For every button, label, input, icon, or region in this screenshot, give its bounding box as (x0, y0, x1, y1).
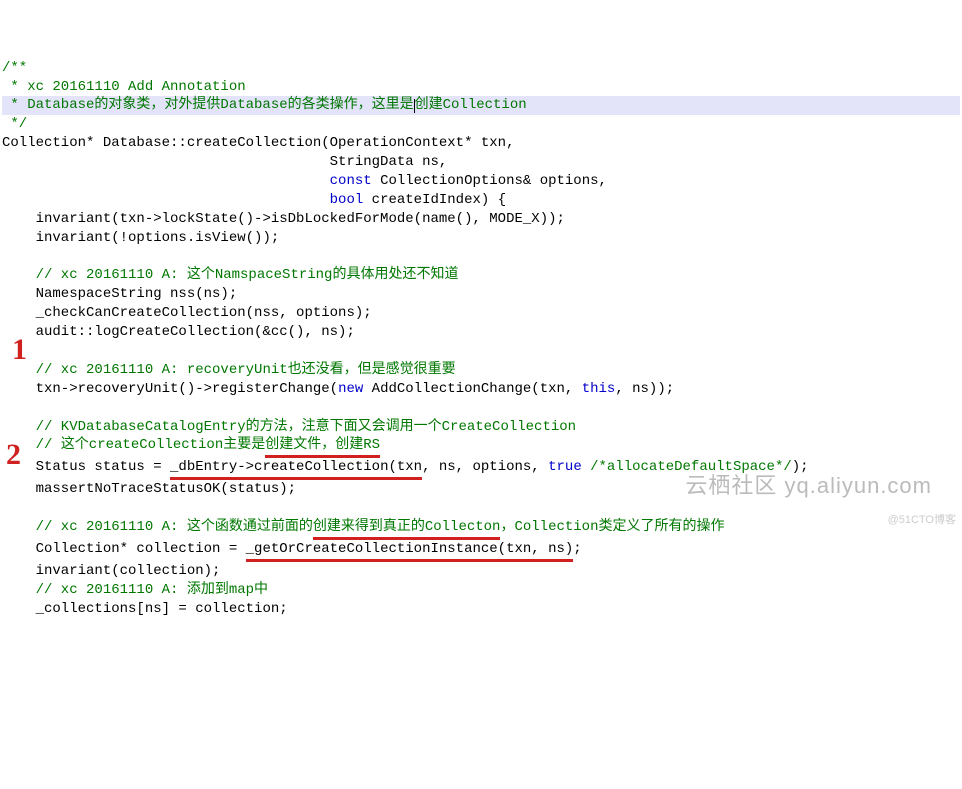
code-line-status-a: Status status = (2, 459, 170, 475)
keyword-true: true (548, 459, 582, 475)
comment-desc-a: * Database的对象类，对外提供Database的各类操作，这里是 (2, 97, 414, 113)
func-sig-line3-pad (2, 173, 330, 189)
keyword-new: new (338, 381, 363, 397)
watermark-corner: @51CTO博客 (888, 513, 956, 528)
code-line-massert: massertNoTraceStatusOK(status); (2, 481, 296, 497)
func-sig-line4-pad (2, 192, 330, 208)
func-sig-line2: StringData ns, (2, 154, 447, 170)
code-line-audit: audit::logCreateCollection(&cc(), ns); (2, 324, 355, 340)
code-line-check: _checkCanCreateCollection(nss, options); (2, 305, 372, 321)
keyword-bool: bool (330, 192, 364, 208)
func-sig-line1: Collection* Database::createCollection(O… (2, 135, 514, 151)
code-line-invariant1: invariant(txn->lockState()->isDbLockedFo… (2, 211, 565, 227)
comment-author-date: * xc 20161110 Add Annotation (2, 79, 246, 95)
code-line-invariant2: invariant(!options.isView()); (2, 230, 279, 246)
code-line-register-a: txn->recoveryUnit()->registerChange( (2, 381, 338, 397)
comment-getorcreate-b: ，Collection类定义了所有的操作 (500, 519, 724, 535)
code-line-status-b: , ns, options, (422, 459, 548, 475)
comment-createcoll-underline: 创建文件，创建RS (265, 436, 380, 458)
code-line-collection-b: ; (573, 541, 581, 557)
comment-kvcatalog: // KVDatabaseCatalogEntry的方法，注意下面又会调用一个C… (2, 419, 576, 435)
code-line-collection-a: Collection* collection = (2, 541, 246, 557)
code-line-invariant-coll: invariant(collection); (2, 563, 220, 579)
comment-recovery: // xc 20161110 A: recoveryUnit也还没看，但是感觉很… (2, 362, 456, 378)
keyword-this: this (582, 381, 616, 397)
code-line-register-c: , ns)); (615, 381, 674, 397)
code-editor: /** * xc 20161110 Add Annotation * Datab… (2, 59, 960, 619)
code-line-collections-map: _collections[ns] = collection; (2, 601, 288, 617)
func-sig-line3-rest: CollectionOptions& options, (372, 173, 607, 189)
func-sig-line4-rest: createIdIndex) { (363, 192, 506, 208)
code-underline-dbentry: _dbEntry->createCollection(txn (170, 458, 422, 480)
comment-desc-b: 创建Collection (415, 97, 527, 113)
comment-block-open: /** (2, 60, 27, 76)
watermark-main: 云栖社区 yq.aliyun.com (685, 471, 932, 501)
comment-block-close: */ (2, 116, 27, 132)
code-underline-getorcreate: _getOrCreateCollectionInstance(txn, ns) (246, 540, 574, 562)
code-line-register-b: AddCollectionChange(txn, (363, 381, 581, 397)
keyword-const: const (330, 173, 372, 189)
code-line-nss: NamespaceString nss(ns); (2, 286, 237, 302)
comment-createcoll-a: // 这个createCollection主要是 (2, 437, 265, 453)
comment-getorcreate-underline: 创建来得到真正的Collecton (313, 518, 501, 540)
annotation-marker-2: 2 (6, 435, 21, 476)
highlighted-line[interactable]: * Database的对象类，对外提供Database的各类操作，这里是创建Co… (2, 96, 960, 115)
comment-namespace: // xc 20161110 A: 这个NamspaceString的具体用处还… (2, 267, 458, 283)
annotation-marker-1: 1 (12, 330, 27, 371)
comment-addmap: // xc 20161110 A: 添加到map中 (2, 582, 268, 598)
comment-getorcreate-a: // xc 20161110 A: 这个函数通过前面的 (2, 519, 313, 535)
